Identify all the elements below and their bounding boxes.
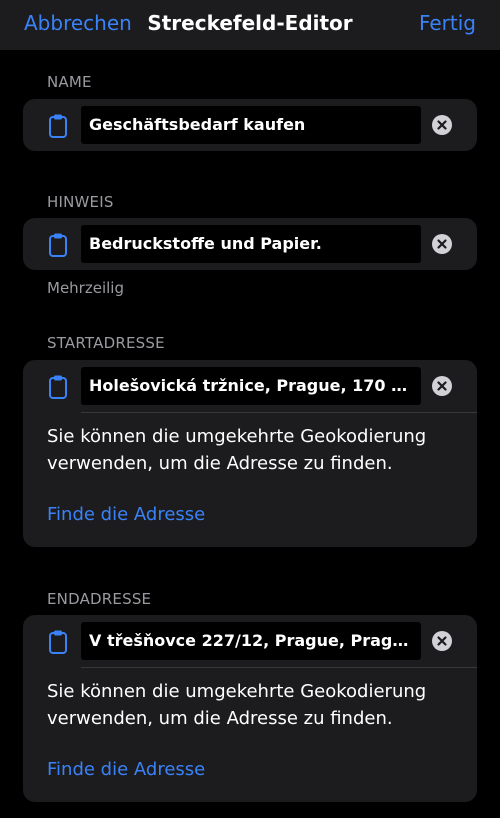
clipboard-icon — [49, 114, 67, 138]
clipboard-icon — [49, 233, 67, 257]
hint-footer-note: Mehrzeilig — [47, 279, 124, 297]
hint-card: Bedruckstoffe und Papier. — [23, 218, 477, 270]
hint-field-row: Bedruckstoffe und Papier. — [23, 218, 477, 270]
start-address-field-row: Holešovická tržnice, Prague, 170 0... — [23, 360, 477, 412]
name-field-row: Geschäftsbedarf kaufen — [23, 99, 477, 151]
find-end-address-link[interactable]: Finde die Adresse — [47, 759, 205, 780]
clear-circle-icon[interactable] — [432, 115, 452, 135]
find-start-address-link[interactable]: Finde die Adresse — [47, 504, 205, 525]
name-section-header: NAME — [47, 73, 92, 91]
hint-section-header: HINWEIS — [47, 193, 114, 211]
clipboard-icon — [49, 375, 67, 399]
navigation-bar: Abbrechen Streckefeld-Editor Fertig — [0, 0, 500, 50]
name-input[interactable]: Geschäftsbedarf kaufen — [81, 106, 421, 144]
end-address-card: V třešňovce 227/12, Prague, Pragu... Sie… — [23, 615, 477, 802]
clear-circle-icon[interactable] — [432, 234, 452, 254]
clipboard-icon — [49, 630, 67, 654]
end-address-field-row: V třešňovce 227/12, Prague, Pragu... — [23, 615, 477, 667]
start-address-description: Sie können die umgekehrte Geokodierung v… — [47, 426, 427, 474]
end-address-section-header: ENDADRESSE — [47, 590, 152, 608]
start-address-card: Holešovická tržnice, Prague, 170 0... Si… — [23, 360, 477, 547]
end-address-input[interactable]: V třešňovce 227/12, Prague, Pragu... — [81, 622, 421, 660]
divider — [81, 667, 477, 668]
end-address-description: Sie können die umgekehrte Geokodierung v… — [47, 681, 427, 729]
divider — [81, 412, 477, 413]
name-card: Geschäftsbedarf kaufen — [23, 99, 477, 151]
start-address-section-header: STARTADRESSE — [47, 334, 165, 352]
done-button[interactable]: Fertig — [419, 11, 476, 35]
clear-circle-icon[interactable] — [432, 376, 452, 396]
start-address-input[interactable]: Holešovická tržnice, Prague, 170 0... — [81, 367, 421, 405]
clear-circle-icon[interactable] — [432, 631, 452, 651]
hint-input[interactable]: Bedruckstoffe und Papier. — [81, 225, 421, 263]
